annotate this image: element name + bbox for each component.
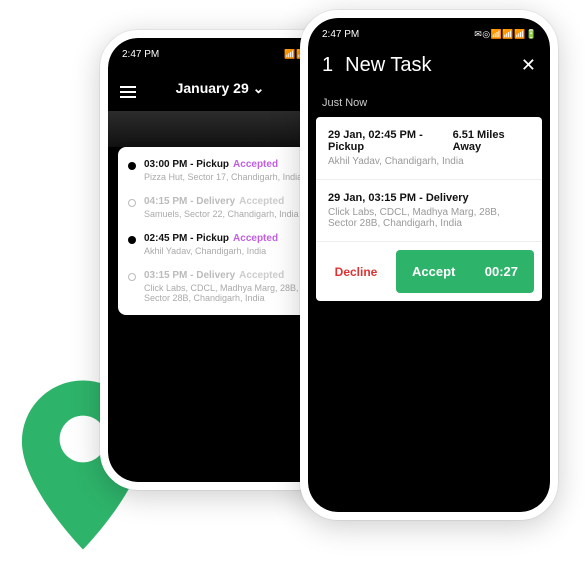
task-address: Akhil Yadav, Chandigarh, India xyxy=(144,246,278,256)
task-status: Accepted xyxy=(239,270,284,281)
delivery-block: 29 Jan, 03:15 PM - Delivery Click Labs, … xyxy=(316,180,542,242)
task-status: Accepted xyxy=(233,159,278,170)
status-icons: ✉ ◎ 📶 📶 📶 🔋 xyxy=(474,29,536,40)
task-title: 03:00 PM - PickupAccepted xyxy=(144,159,302,170)
accept-button[interactable]: Accept 00:27 xyxy=(396,250,534,293)
task-count: 1 xyxy=(322,54,333,77)
task-list-card: 03:00 PM - PickupAccepted Pizza Hut, Sect… xyxy=(118,147,322,315)
new-task-card: 29 Jan, 02:45 PM - Pickup 6.51 Miles Awa… xyxy=(316,117,542,301)
phone-new-task: 2:47 PM ✉ ◎ 📶 📶 📶 🔋 1 New Task ✕ Just No… xyxy=(300,10,558,520)
chevron-down-icon: ⌄ xyxy=(253,80,265,96)
task-row[interactable]: 03:15 PM - DeliveryAccepted Click Labs, C… xyxy=(128,270,312,303)
task-row[interactable]: 03:00 PM - PickupAccepted Pizza Hut, Sect… xyxy=(128,159,312,182)
pickup-address: Akhil Yadav, Chandigarh, India xyxy=(328,156,530,167)
pickup-block: 29 Jan, 02:45 PM - Pickup 6.51 Miles Awa… xyxy=(316,117,542,180)
pickup-title: 29 Jan, 02:45 PM - Pickup xyxy=(328,129,453,153)
decline-button[interactable]: Decline xyxy=(316,251,396,293)
status-time: 2:47 PM xyxy=(122,49,159,60)
accept-countdown: 00:27 xyxy=(485,264,518,279)
task-row[interactable]: 04:15 PM - DeliveryAccepted Samuels, Sect… xyxy=(128,196,312,219)
dot-filled-icon xyxy=(128,162,136,170)
task-status: Accepted xyxy=(233,233,278,244)
delivery-title: 29 Jan, 03:15 PM - Delivery xyxy=(328,192,469,204)
menu-icon[interactable] xyxy=(120,80,136,96)
task-title: 04:15 PM - DeliveryAccepted xyxy=(144,196,299,207)
task-address: Click Labs, CDCL, Madhya Marg, 28B, Sect… xyxy=(144,283,312,303)
new-task-title: 1 New Task xyxy=(322,54,431,77)
dot-hollow-icon xyxy=(128,273,136,281)
accept-label: Accept xyxy=(412,264,455,279)
task-title: 02:45 PM - PickupAccepted xyxy=(144,233,278,244)
date-header[interactable]: January 29 ⌄ xyxy=(176,80,265,97)
task-address: Pizza Hut, Sector 17, Chandigarh, India xyxy=(144,172,302,182)
just-now-label: Just Now xyxy=(308,91,550,117)
pickup-distance: 6.51 Miles Away xyxy=(453,129,530,153)
delivery-address: Click Labs, CDCL, Madhya Marg, 28B, Sect… xyxy=(328,207,530,229)
close-icon[interactable]: ✕ xyxy=(521,55,536,76)
task-row[interactable]: 02:45 PM - PickupAccepted Akhil Yadav, Ch… xyxy=(128,233,312,256)
status-bar: 2:47 PM 📶 📶 🔋 xyxy=(108,38,332,66)
map-placeholder xyxy=(108,111,332,147)
status-bar: 2:47 PM ✉ ◎ 📶 📶 📶 🔋 xyxy=(308,18,550,46)
task-title: 03:15 PM - DeliveryAccepted xyxy=(144,270,312,281)
dot-hollow-icon xyxy=(128,199,136,207)
dot-filled-icon xyxy=(128,236,136,244)
task-address: Samuels, Sector 22, Chandigarh, India xyxy=(144,209,299,219)
task-status: Accepted xyxy=(239,196,284,207)
status-time: 2:47 PM xyxy=(322,29,359,40)
